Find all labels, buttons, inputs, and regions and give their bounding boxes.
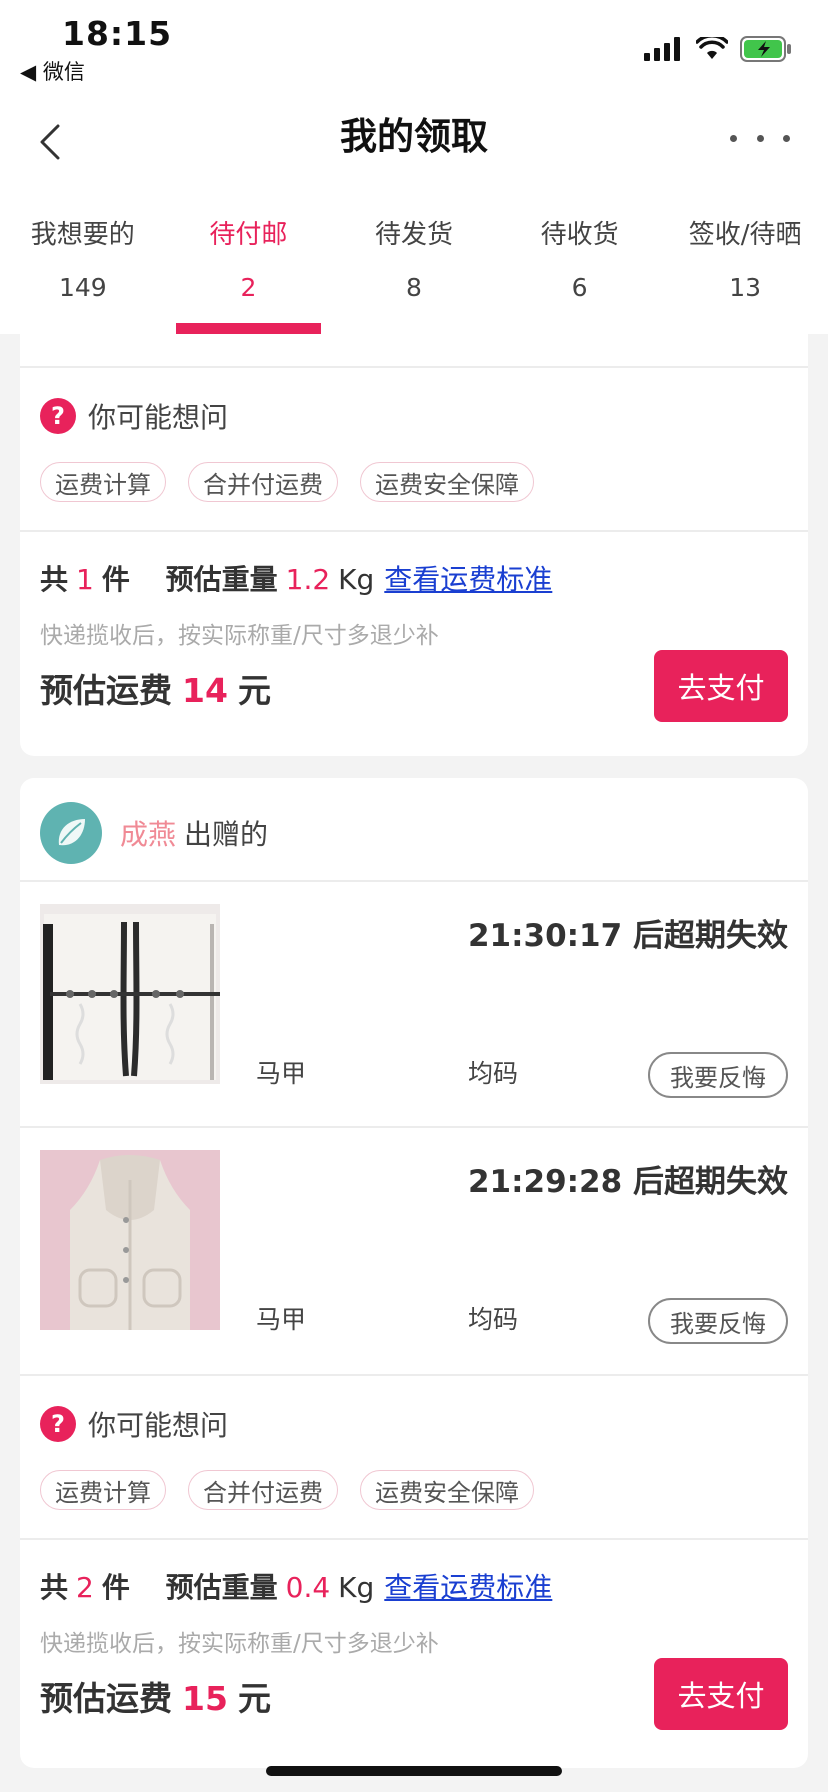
divider	[20, 530, 808, 532]
donor-suffix: 出赠的	[184, 818, 269, 851]
tab-count: 149	[58, 273, 107, 302]
faq-chip-combined-shipping[interactable]: 合并付运费	[188, 462, 338, 502]
faq-header: ? 你可能想问	[40, 396, 228, 436]
order-summary: 共2件 预估重量 0.4 Kg 查看运费标准	[40, 1566, 552, 1606]
shipping-note: 快递揽收后，按实际称重/尺寸多退少补	[40, 1631, 439, 1657]
weight-label: 预估重量	[165, 1571, 278, 1604]
tab-count: 6	[571, 273, 588, 302]
nav-bar: 我的领取	[0, 96, 828, 192]
faq-chip-shipping-calc[interactable]: 运费计算	[40, 1470, 166, 1510]
weight-label: 预估重量	[165, 563, 278, 596]
status-tabs: 我想要的 149 待付邮 2 待发货 8 待收货 6 签收/待晒 13	[0, 192, 828, 334]
tab-count: 8	[406, 273, 422, 302]
wifi-icon	[696, 37, 728, 59]
donor-name[interactable]: 成燕	[120, 813, 176, 853]
more-options-button[interactable]	[730, 126, 790, 150]
status-time: 18:15	[62, 14, 173, 53]
total-prefix: 共	[40, 1571, 69, 1604]
weight-unit: Kg	[338, 563, 375, 596]
order-card: ? 你可能想问 运费计算 合并付运费 运费安全保障 共1件 预估重量 1.2 Kg 查…	[20, 334, 808, 756]
fee-unit: 元	[237, 1679, 271, 1718]
donor-header: 成燕 出赠的	[40, 802, 268, 864]
faq-title: 你可能想问	[88, 401, 229, 434]
count-unit: 件	[101, 1571, 130, 1604]
fee-label: 预估运费	[40, 1679, 172, 1718]
item-name: 马甲	[256, 1059, 307, 1088]
question-icon: ?	[40, 1406, 76, 1442]
tab-received-share[interactable]: 签收/待晒 13	[662, 192, 828, 334]
count-unit: 件	[101, 563, 130, 596]
tab-label: 我想要的	[30, 220, 135, 250]
item-size: 均码	[468, 1059, 519, 1088]
divider	[20, 1126, 808, 1128]
divider	[20, 1374, 808, 1376]
tab-label: 待发货	[374, 220, 453, 250]
page-title: 我的领取	[340, 115, 488, 158]
faq-chip-shipping-security[interactable]: 运费安全保障	[360, 1470, 534, 1510]
fee-amount: 14	[182, 671, 228, 710]
estimated-fee: 预估运费 14 元	[40, 664, 271, 712]
order-summary: 共1件 预估重量 1.2 Kg 查看运费标准	[40, 558, 552, 598]
tab-label: 待收货	[540, 220, 619, 250]
weight-unit: Kg	[338, 1571, 375, 1604]
weight-value: 1.2	[285, 563, 331, 596]
tab-pending-shipment[interactable]: 待发货 8	[331, 192, 497, 334]
leaf-icon	[58, 819, 85, 846]
avatar[interactable]	[40, 802, 102, 864]
pay-button[interactable]: 去支付	[654, 650, 788, 722]
item-expire-countdown: 21:29:28 后超期失效	[467, 1164, 788, 1200]
faq-chips: 运费计算 合并付运费 运费安全保障	[40, 462, 534, 502]
regret-button[interactable]: 我要反悔	[648, 1298, 788, 1344]
cellular-signal-icon	[644, 37, 680, 61]
weight-value: 0.4	[285, 1571, 331, 1604]
battery-charging-icon	[740, 36, 791, 62]
fee-label: 预估运费	[40, 671, 172, 710]
divider	[20, 366, 808, 368]
pay-button[interactable]: 去支付	[654, 1658, 788, 1730]
faq-chip-shipping-calc[interactable]: 运费计算	[40, 462, 166, 502]
faq-chip-combined-shipping[interactable]: 合并付运费	[188, 1470, 338, 1510]
total-prefix: 共	[40, 563, 69, 596]
tab-count: 13	[729, 273, 762, 302]
tab-label: 待付邮	[209, 220, 288, 250]
item-expire-countdown: 21:30:17 后超期失效	[467, 918, 788, 954]
vest-photo	[40, 904, 220, 1084]
faq-title: 你可能想问	[88, 1409, 229, 1442]
vest-photo	[40, 1150, 220, 1330]
item-thumbnail[interactable]	[40, 1150, 220, 1330]
more-dot-icon	[783, 134, 790, 142]
tab-pending-receipt[interactable]: 待收货 6	[497, 192, 663, 334]
item-name: 马甲	[256, 1305, 307, 1334]
tab-label: 签收/待晒	[688, 220, 802, 250]
home-indicator[interactable]	[266, 1766, 562, 1776]
tab-wanted[interactable]: 我想要的 149	[0, 192, 166, 334]
item-size: 均码	[468, 1305, 519, 1334]
estimated-fee: 预估运费 15 元	[40, 1672, 271, 1720]
regret-button[interactable]: 我要反悔	[648, 1052, 788, 1098]
faq-header: ? 你可能想问	[40, 1404, 228, 1444]
faq-chips: 运费计算 合并付运费 运费安全保障	[40, 1470, 534, 1510]
tab-pending-postage[interactable]: 待付邮 2	[166, 192, 332, 334]
more-dot-icon	[730, 134, 737, 142]
item-thumbnail[interactable]	[40, 904, 220, 1084]
shipping-standard-link[interactable]: 查看运费标准	[384, 563, 552, 596]
faq-chip-shipping-security[interactable]: 运费安全保障	[360, 462, 534, 502]
question-icon: ?	[40, 398, 76, 434]
tab-count: 2	[240, 273, 257, 302]
status-icons	[644, 36, 792, 62]
back-to-app-link[interactable]: ◀ 微信	[20, 56, 85, 86]
more-dot-icon	[756, 134, 764, 142]
divider	[20, 880, 808, 882]
order-card: 成燕 出赠的 21:30:17 后超期失效 马甲 均码 我要反悔 21:29:2…	[20, 778, 808, 1768]
shipping-standard-link[interactable]: 查看运费标准	[384, 1571, 552, 1604]
shipping-note: 快递揽收后，按实际称重/尺寸多退少补	[40, 623, 439, 649]
divider	[20, 1538, 808, 1540]
active-tab-indicator	[175, 323, 322, 334]
fee-amount: 15	[182, 1679, 228, 1718]
item-count: 1	[76, 563, 94, 596]
item-count: 2	[76, 1571, 94, 1604]
fee-unit: 元	[237, 671, 271, 710]
status-bar: 18:15 ◀ 微信	[0, 0, 828, 96]
